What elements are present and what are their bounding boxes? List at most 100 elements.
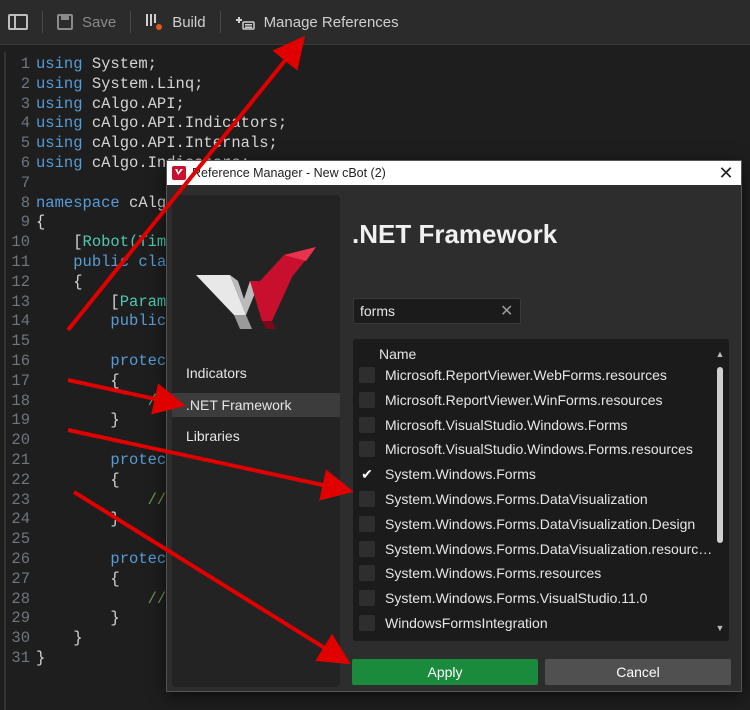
checkbox-checked[interactable]: ✔ (359, 466, 375, 482)
line-number: 26 (11, 550, 30, 568)
save-button[interactable]: Save (57, 0, 116, 44)
code-text: using System; (36, 54, 157, 74)
code-token: using (36, 114, 83, 133)
list-item[interactable]: System.Windows.Forms.DataVisualization.r… (353, 537, 713, 561)
scrollbar[interactable]: ▲ ▼ (715, 339, 725, 641)
code-text: protect (36, 549, 175, 569)
clear-search-icon[interactable]: ✕ (500, 301, 513, 321)
code-line[interactable]: 19 } (6, 410, 120, 430)
code-line[interactable]: 22 { (6, 470, 120, 490)
code-line[interactable]: 18 // (6, 391, 166, 411)
code-line[interactable]: 31} (6, 648, 45, 668)
toolbar: Save Build Manage References (0, 0, 750, 45)
line-number: 12 (11, 272, 30, 291)
code-line[interactable]: 2 using System.Linq; (6, 74, 204, 94)
list-item[interactable]: System.Windows.Forms.DataVisualization (353, 487, 713, 511)
code-token: [ (36, 233, 83, 252)
code-line[interactable]: 11 public cla (6, 252, 166, 272)
search-input[interactable] (354, 302, 492, 320)
checkbox[interactable] (359, 590, 375, 607)
line-number: 18 (11, 391, 30, 410)
line-number: 11 (11, 253, 30, 271)
list-item[interactable]: Microsoft.VisualStudio.Windows.Forms.res… (353, 437, 713, 461)
checkbox[interactable] (359, 565, 375, 582)
line-number: 7 (20, 173, 30, 192)
list-item[interactable]: System.Windows.Forms.DataVisualization.D… (353, 512, 713, 536)
nav-item-indicators[interactable]: Indicators (172, 361, 340, 385)
list-item-label: Microsoft.VisualStudio.Windows.Forms (385, 416, 628, 433)
checkbox[interactable] (359, 615, 375, 631)
code-line[interactable]: 17 { (6, 371, 119, 391)
code-line[interactable]: 1 using System; (6, 54, 157, 74)
close-icon[interactable]: ✕ (711, 161, 741, 185)
checkbox[interactable] (359, 367, 375, 383)
nav-item-net-framework[interactable]: .NET Framework (172, 393, 340, 417)
code-line[interactable]: 8 namespace cAlgo (6, 193, 176, 213)
build-label: Build (172, 13, 206, 31)
code-line[interactable]: 16 protect (6, 351, 175, 371)
line-number: 23 (11, 490, 30, 509)
list-item[interactable]: Microsoft.ReportViewer.WinForms.resource… (353, 388, 713, 412)
code-line[interactable]: 14 public (6, 311, 166, 331)
list-item[interactable]: Microsoft.ReportViewer.WebForms.resource… (353, 363, 713, 387)
line-number: 3 (20, 94, 30, 113)
code-line[interactable]: 15 (6, 331, 36, 351)
code-line[interactable]: 4 using cAlgo.API.Indicators; (6, 113, 287, 133)
code-line[interactable]: 27 { (6, 569, 119, 589)
code-line[interactable]: 5 using cAlgo.API.Internals; (6, 133, 278, 153)
reference-list[interactable]: Name ▲ ▼ Microsoft.ReportViewer.WebForms… (353, 339, 729, 641)
line-number: 13 (11, 292, 30, 311)
cancel-button[interactable]: Cancel (545, 659, 731, 685)
line-number: 17 (11, 371, 30, 390)
code-token: cAlgo.API; (82, 94, 185, 113)
checkbox[interactable] (359, 416, 375, 433)
dialog-sidebar: Indicators .NET Framework Libraries (172, 195, 340, 687)
panel-toggle-icon[interactable] (8, 14, 28, 30)
code-line[interactable]: 28 // (6, 589, 166, 609)
checkbox[interactable] (359, 441, 375, 458)
code-text: } (36, 608, 119, 628)
code-text: using cAlgo.API; (36, 94, 185, 114)
code-line[interactable]: 10 [Robot(Time (6, 232, 175, 252)
list-item[interactable]: ✔ System.Windows.Forms (353, 462, 713, 486)
code-token: } (36, 411, 120, 430)
list-item[interactable]: Microsoft.VisualStudio.Windows.Forms (353, 413, 713, 437)
apply-button[interactable]: Apply (352, 659, 538, 685)
code-token: { (36, 470, 120, 489)
code-text: public cla (36, 252, 166, 272)
checkbox[interactable] (359, 515, 375, 532)
list-item[interactable]: System.Windows.Forms.VisualStudio.11.0 (353, 586, 713, 610)
code-line[interactable]: 7 (6, 173, 36, 193)
build-button[interactable]: Build (145, 0, 206, 44)
scroll-down-icon[interactable]: ▼ (715, 623, 725, 633)
code-line[interactable]: 12 { (6, 272, 82, 292)
code-line[interactable]: 21 protect (6, 450, 175, 470)
column-header-name[interactable]: Name (379, 346, 416, 362)
code-line[interactable]: 26 protect (6, 549, 175, 569)
code-line[interactable]: 24 } (6, 509, 119, 529)
line-number: 8 (20, 193, 30, 212)
build-icon (146, 14, 163, 30)
code-token: [ (36, 292, 120, 311)
code-line[interactable]: 30 } (6, 628, 82, 648)
code-line[interactable]: 13 [Parame (6, 292, 175, 312)
manage-references-button[interactable]: Manage References (235, 0, 399, 44)
nav-item-libraries[interactable]: Libraries (172, 424, 340, 448)
list-item[interactable]: System.Windows.Forms.resources (353, 561, 713, 585)
line-number: 9 (20, 213, 30, 232)
code-line[interactable]: 25 (6, 529, 36, 549)
code-line[interactable]: 3 using cAlgo.API; (6, 94, 185, 114)
checkbox[interactable] (359, 491, 375, 507)
code-line[interactable]: 9{ (6, 212, 46, 232)
line-number: 5 (20, 134, 30, 153)
checkbox[interactable] (359, 540, 375, 557)
checkbox[interactable] (359, 391, 375, 408)
code-line[interactable]: 29 } (6, 608, 119, 628)
code-line[interactable]: 23 // (6, 490, 166, 510)
scroll-up-icon[interactable]: ▲ (715, 349, 725, 359)
scrollbar-thumb[interactable] (717, 367, 723, 543)
list-item[interactable]: WindowsFormsIntegration (353, 611, 713, 635)
code-line[interactable]: 20 (6, 430, 36, 450)
